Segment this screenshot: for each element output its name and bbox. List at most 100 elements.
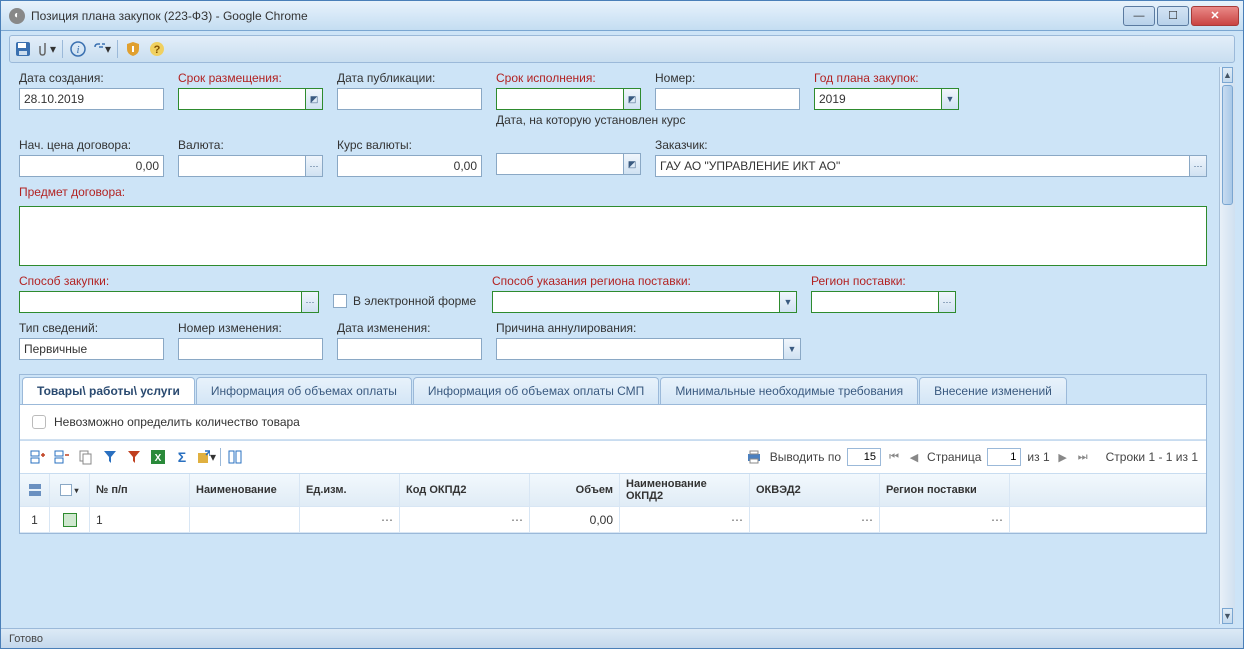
sum-icon[interactable]: Σ [172,447,192,467]
grid-row[interactable]: 1 1 ⋯ ⋯ 0,00 ⋯ ⋯ ⋯ [20,507,1206,533]
label-impossible: Невозможно определить количество товара [54,415,300,429]
picker-customer[interactable]: ГАУ АО "УПРАВЛЕНИЕ ИКТ АО" ⋯ [655,155,1207,177]
input-change-number[interactable] [178,338,323,360]
tab-requirements[interactable]: Минимальные необходимые требования [660,377,918,404]
chevron-down-icon[interactable]: ▼ [779,291,797,313]
cell-volume[interactable]: 0,00 [530,507,620,532]
input-info-type[interactable]: Первичные [19,338,164,360]
cell-name[interactable] [190,507,300,532]
input-page[interactable] [987,448,1021,466]
save-icon[interactable] [14,40,32,58]
calendar-icon[interactable]: ◩ [305,88,323,110]
col-name[interactable]: Наименование [190,474,300,506]
calendar-icon[interactable]: ◩ [623,88,641,110]
close-button[interactable]: ✕ [1191,6,1239,26]
last-page-icon[interactable]: ⏭ [1076,450,1090,464]
col-region[interactable]: Регион поставки [880,474,1010,506]
help-icon[interactable]: ? [148,40,166,58]
cell-okpd[interactable]: ⋯ [400,507,530,532]
excel-icon[interactable]: X [148,447,168,467]
remove-rows-icon[interactable] [52,447,72,467]
tab-changes[interactable]: Внесение изменений [919,377,1067,404]
cell-check[interactable] [50,507,90,532]
col-check[interactable]: ▾ [50,474,90,506]
dots-icon[interactable]: ⋯ [305,155,323,177]
cell-rownum: 1 [20,507,50,532]
input-placement[interactable]: ◩ [178,88,323,110]
label-number: Номер: [655,71,800,85]
input-created[interactable]: 28.10.2019 [19,88,164,110]
input-per-page[interactable] [847,448,881,466]
col-unit[interactable]: Ед.изм. [300,474,400,506]
picker-rate-date[interactable]: ◩ [496,153,641,175]
picker-method[interactable]: ⋯ [19,291,319,313]
cell-unit[interactable]: ⋯ [300,507,400,532]
calendar-icon[interactable]: ◩ [623,153,641,175]
copy-icon[interactable] [76,447,96,467]
cell-region[interactable]: ⋯ [880,507,1010,532]
select-cancel-reason[interactable]: ▼ [496,338,801,360]
picker-delivery-region[interactable]: ⋯ [811,291,956,313]
label-customer: Заказчик: [655,138,1207,152]
checkbox-impossible[interactable] [32,415,46,429]
label-currency: Валюта: [178,138,323,152]
label-placement: Срок размещения: [178,71,323,85]
info-icon[interactable]: i [69,40,87,58]
textarea-subject[interactable] [19,206,1207,266]
input-publication[interactable] [337,88,482,110]
attach-icon[interactable]: ▾ [38,40,56,58]
col-rownum[interactable] [20,474,50,506]
cell-okved[interactable]: ⋯ [750,507,880,532]
input-number[interactable] [655,88,800,110]
input-execution[interactable]: ◩ [496,88,641,110]
maximize-button[interactable]: ☐ [1157,6,1189,26]
picker-currency[interactable]: ⋯ [178,155,323,177]
input-change-date[interactable] [337,338,482,360]
col-volume[interactable]: Объем [530,474,620,506]
col-okpd[interactable]: Код ОКПД2 [400,474,530,506]
dots-icon[interactable]: ⋯ [938,291,956,313]
select-plan-year[interactable]: 2019 ▼ [814,88,959,110]
tab-payment-smp[interactable]: Информация об объемах оплаты СМП [413,377,659,404]
label-cancel-reason: Причина аннулирования: [496,321,801,335]
chevron-down-icon[interactable]: ▼ [783,338,801,360]
chevron-down-icon[interactable]: ▼ [941,88,959,110]
filter-clear-icon[interactable] [124,447,144,467]
grid-toolbar: X Σ ▾ Выводить по ⏮ ◀ Страница из 1 [20,440,1206,473]
col-okpd-name[interactable]: Наименование ОКПД2 [620,474,750,506]
scroll-up-icon[interactable]: ▲ [1222,67,1233,83]
add-rows-icon[interactable] [28,447,48,467]
print-icon[interactable] [744,447,764,467]
cell-okpd-name[interactable]: ⋯ [620,507,750,532]
scrollbar-thumb[interactable] [1222,85,1233,205]
next-page-icon[interactable]: ▶ [1056,450,1070,464]
settings-icon[interactable] [225,447,245,467]
input-start-price[interactable]: 0,00 [19,155,164,177]
input-curs[interactable]: 0,00 [337,155,482,177]
tab-payment-info[interactable]: Информация об объемах оплаты [196,377,412,404]
svg-text:?: ? [154,44,161,56]
links-icon[interactable]: ▾ [93,40,111,58]
col-okved[interactable]: ОКВЭД2 [750,474,880,506]
label-method: Способ закупки: [19,274,319,288]
col-np[interactable]: № п/п [90,474,190,506]
dots-icon[interactable]: ⋯ [1189,155,1207,177]
window-title: Позиция плана закупок (223-ФЗ) - Google … [31,9,1123,23]
checkbox-electronic[interactable] [333,294,347,308]
shield-icon[interactable] [124,40,142,58]
select-region-method[interactable]: ▼ [492,291,797,313]
label-plan-year: Год плана закупок: [814,71,959,85]
scrollbar[interactable]: ▲ ▼ [1219,67,1235,624]
scroll-down-icon[interactable]: ▼ [1222,608,1233,624]
label-rate-date: Дата, на которую установлен курс [496,113,641,127]
first-page-icon[interactable]: ⏮ [887,450,901,464]
label-of: из 1 [1027,450,1049,464]
tab-goods[interactable]: Товары\ работы\ услуги [22,377,195,404]
cell-np[interactable]: 1 [90,507,190,532]
import-icon[interactable]: ▾ [196,447,216,467]
filter-icon[interactable] [100,447,120,467]
dots-icon[interactable]: ⋯ [301,291,319,313]
label-page: Страница [927,450,981,464]
prev-page-icon[interactable]: ◀ [907,450,921,464]
minimize-button[interactable]: — [1123,6,1155,26]
